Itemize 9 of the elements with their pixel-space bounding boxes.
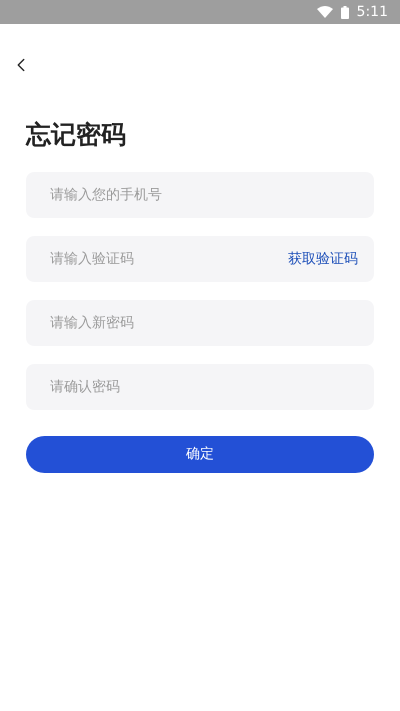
input-field[interactable]: 请确认密码	[26, 364, 374, 410]
get-code-link[interactable]: 获取验证码	[288, 249, 358, 269]
wifi-icon	[316, 6, 333, 18]
input-field[interactable]: 请输入您的手机号	[26, 172, 374, 218]
page-title: 忘记密码	[26, 119, 126, 151]
confirm-button[interactable]: 确定	[26, 436, 374, 473]
input-field[interactable]: 请输入新密码	[26, 300, 374, 346]
status-time: 5:11	[356, 2, 388, 22]
battery-icon	[340, 6, 349, 18]
